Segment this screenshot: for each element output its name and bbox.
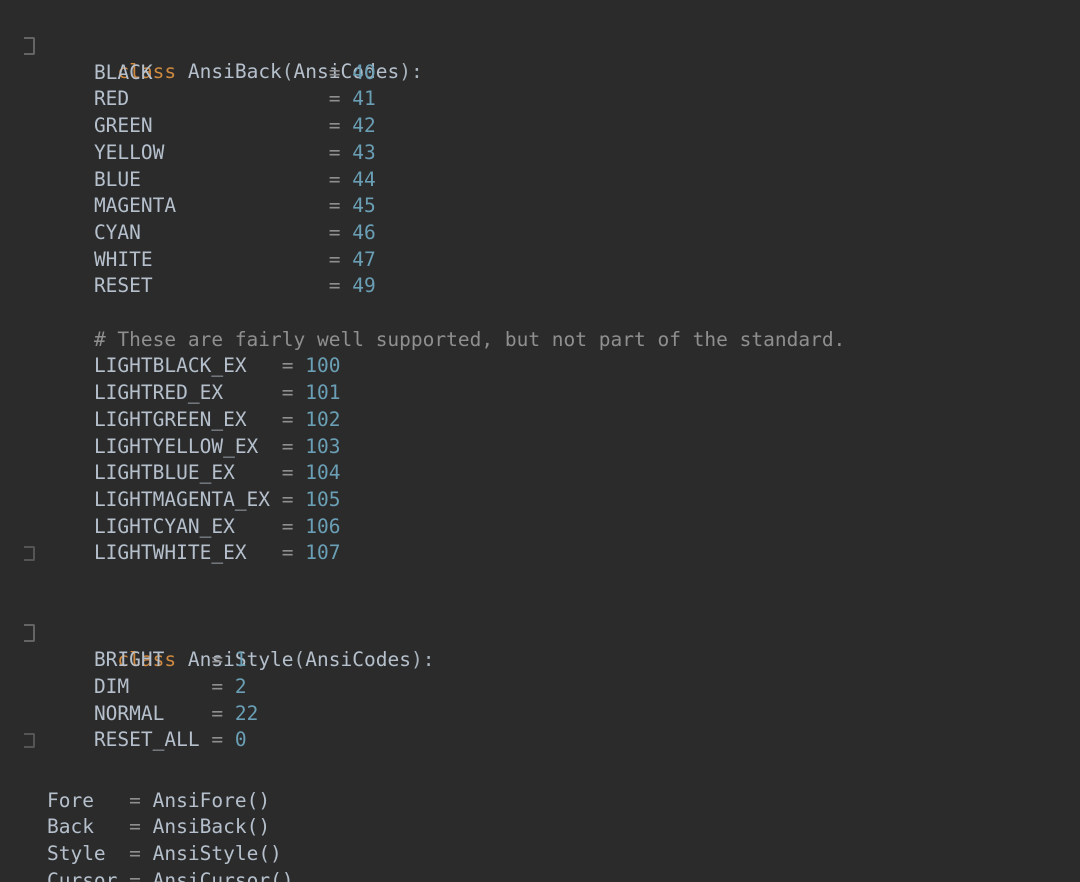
code-line-constant[interactable]: WHITE = 47 — [0, 220, 376, 271]
code-line-comment[interactable]: # These are fairly well supported, but n… — [0, 300, 845, 351]
code-line-instance[interactable]: Back = AnsiBack() — [0, 788, 270, 838]
code-fold-marker-icon[interactable] — [23, 546, 35, 562]
alignment-padding — [247, 541, 282, 564]
code-line-blank[interactable] — [0, 540, 12, 567]
code-line-blank[interactable] — [0, 567, 12, 594]
code-line-constant[interactable]: BLUE = 44 — [0, 140, 376, 191]
class-signature-tail: ): — [399, 60, 423, 84]
open-paren: ( — [293, 648, 306, 672]
code-line-constant[interactable]: LIGHTBLUE_EX = 104 — [0, 434, 341, 484]
code-line-constant[interactable]: LIGHTGREEN_EX = 102 — [0, 380, 341, 431]
code-line-constant[interactable]: GREEN = 42 — [0, 86, 376, 137]
base-class-name: AnsiCodes — [305, 648, 411, 672]
code-line-constant[interactable]: BRIGHT = 1 — [0, 620, 247, 671]
code-line-constant[interactable]: LIGHTYELLOW_EX = 103 — [0, 407, 341, 458]
code-fold-marker-icon[interactable] — [23, 733, 35, 749]
code-line-class-ansistyle[interactable]: class AnsiStyle(AnsiCodes): — [0, 594, 434, 671]
code-line-constant[interactable]: RED = 41 — [0, 60, 376, 110]
constant-value: 0 — [234, 728, 247, 752]
constant-name: RESET_ALL — [93, 728, 200, 752]
code-line-constant[interactable]: YELLOW = 43 — [0, 113, 376, 164]
code-line-constant[interactable]: RESET_ALL = 0 — [0, 701, 247, 751]
alignment-padding — [153, 274, 329, 297]
code-editor-viewport[interactable]: class AnsiBack(AnsiCodes): BLACK = 40 RE… — [0, 0, 1080, 882]
code-line-blank[interactable] — [0, 727, 12, 754]
code-line-constant[interactable]: RESET = 49 — [0, 247, 376, 297]
constant-value: 49 — [352, 274, 376, 298]
class-signature-tail: ): — [410, 648, 435, 672]
code-line-constant[interactable]: LIGHTBLACK_EX = 100 — [0, 327, 341, 377]
code-line-class-ansiback[interactable]: class AnsiBack(AnsiCodes): — [0, 6, 423, 83]
assign-operator: = — [211, 728, 224, 752]
code-line-constant[interactable]: LIGHTRED_EX = 101 — [0, 353, 341, 404]
code-line-instance[interactable]: Style = AnsiStyle() — [0, 814, 282, 865]
instance-call: AnsiCursor() — [152, 868, 294, 882]
constant-name: RESET — [93, 274, 153, 298]
code-line-instance[interactable]: Fore = AnsiFore() — [0, 761, 270, 812]
code-line-constant[interactable]: NORMAL = 22 — [0, 674, 258, 725]
constant-value: 107 — [305, 541, 341, 565]
instance-name: Cursor — [46, 868, 118, 882]
code-line-constant[interactable]: LIGHTCYAN_EX = 106 — [0, 487, 341, 538]
code-line-blank[interactable] — [0, 273, 12, 300]
code-line-constant[interactable]: LIGHTMAGENTA_EX = 105 — [0, 460, 341, 511]
alignment-padding — [117, 869, 129, 882]
assign-operator: = — [281, 541, 294, 565]
code-line-instance[interactable]: Cursor = AnsiCursor() — [0, 841, 294, 882]
code-line-constant[interactable]: LIGHTWHITE_EX = 107 — [0, 514, 341, 564]
assign-operator: = — [129, 868, 141, 882]
constant-name: LIGHTWHITE_EX — [93, 541, 247, 565]
code-line-constant[interactable]: MAGENTA = 45 — [0, 167, 376, 217]
code-line-constant[interactable]: BLACK = 40 — [0, 33, 376, 84]
code-line-constant[interactable]: CYAN = 46 — [0, 193, 376, 244]
code-line-constant[interactable]: DIM = 2 — [0, 647, 247, 698]
assign-operator: = — [328, 274, 341, 298]
alignment-padding — [200, 728, 212, 751]
